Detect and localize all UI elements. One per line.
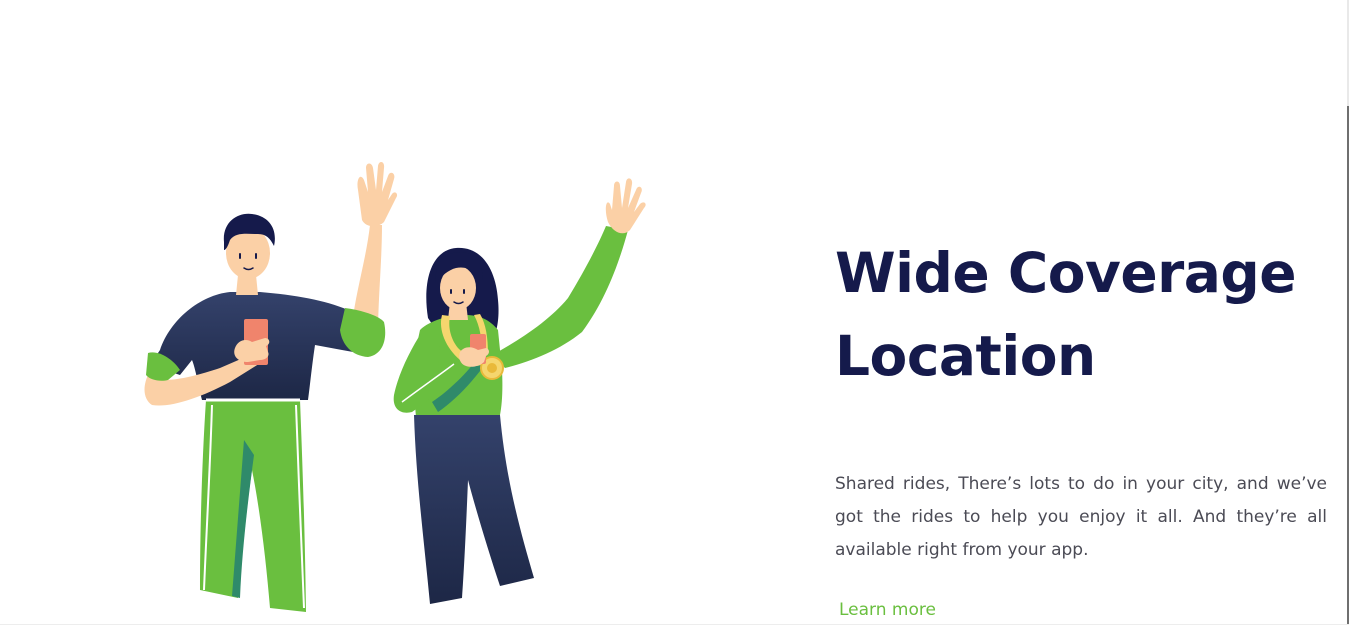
feature-content: Wide Coverage Location Shared rides, The…	[835, 232, 1327, 567]
page: Wide Coverage Location Shared rides, The…	[0, 0, 1349, 625]
title-line-2: Location	[835, 324, 1096, 388]
people-waving-illustration	[144, 162, 646, 612]
title-line-1: Wide Coverage	[835, 241, 1297, 305]
section-title: Wide Coverage Location	[835, 232, 1327, 398]
learn-more-link[interactable]: Learn more	[839, 598, 936, 622]
man-figure	[144, 162, 398, 612]
section-description: Shared rides, There’s lots to do in your…	[835, 474, 1327, 560]
woman-figure	[393, 178, 646, 604]
